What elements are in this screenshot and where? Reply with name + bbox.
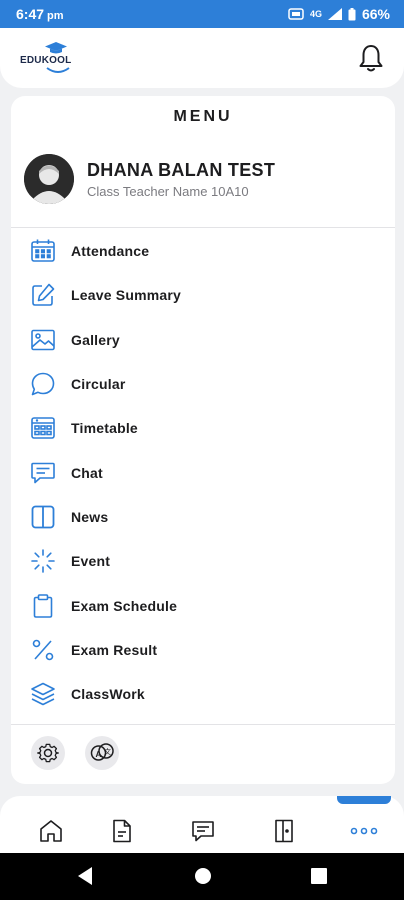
divider bbox=[11, 724, 395, 725]
edit-icon bbox=[29, 281, 57, 309]
menu-item-label: ClassWork bbox=[71, 686, 145, 703]
menu-item-label: Chat bbox=[71, 464, 103, 481]
menu-item-label: Attendance bbox=[71, 243, 150, 260]
document-icon bbox=[113, 819, 131, 843]
nav-documents[interactable] bbox=[107, 816, 137, 846]
svg-text:A: A bbox=[96, 750, 102, 759]
speech-bubble-icon bbox=[29, 370, 57, 398]
percent-icon bbox=[29, 636, 57, 664]
menu-item-circular[interactable]: Circular bbox=[11, 362, 395, 406]
user-name: DHANA BALAN TEST bbox=[87, 160, 276, 180]
status-clock: 6:47 bbox=[16, 6, 45, 22]
app-header: EDUKOOL bbox=[0, 28, 404, 88]
divider bbox=[11, 227, 395, 228]
recents-icon[interactable] bbox=[310, 866, 328, 886]
user-role: Class Teacher Name 10A10 bbox=[87, 184, 249, 199]
menu-item-label: Circular bbox=[71, 376, 126, 393]
menu-item-label: Exam Result bbox=[71, 641, 158, 658]
nav-more[interactable] bbox=[349, 816, 379, 846]
settings-button[interactable] bbox=[31, 736, 65, 770]
menu-item-label: News bbox=[71, 508, 109, 525]
menu-item-attendance[interactable]: Attendance bbox=[11, 229, 395, 273]
status-bar: 6:47 pm 4G 66% bbox=[0, 0, 404, 28]
menu-item-label: Event bbox=[71, 553, 111, 570]
graduation-cap-icon bbox=[45, 42, 67, 54]
bottom-navigation bbox=[0, 796, 404, 853]
logo-swoosh-icon bbox=[46, 67, 70, 73]
menu-item-event[interactable]: Event bbox=[11, 539, 395, 583]
timetable-icon bbox=[29, 414, 57, 442]
nav-door[interactable] bbox=[269, 816, 299, 846]
menu-item-news[interactable]: News bbox=[11, 495, 395, 539]
menu-item-label: Timetable bbox=[71, 420, 138, 437]
menu-item-label: Leave Summary bbox=[71, 287, 181, 304]
settings-icon bbox=[37, 743, 59, 763]
edukool-logo[interactable]: EDUKOOL bbox=[18, 42, 82, 76]
menu-item-leave-summary[interactable]: Leave Summary bbox=[11, 273, 395, 317]
status-time: 6:47 pm bbox=[16, 6, 64, 22]
loader-icon bbox=[29, 547, 57, 575]
translate-icon: A 文 bbox=[90, 743, 114, 761]
back-icon[interactable] bbox=[76, 866, 94, 886]
language-button[interactable]: A 文 bbox=[85, 736, 119, 770]
status-ampm: pm bbox=[47, 10, 64, 22]
menu-list: Attendance Leave Summary Gallery Circula… bbox=[11, 229, 395, 716]
chat-icon bbox=[29, 459, 57, 487]
menu-item-timetable[interactable]: Timetable bbox=[11, 406, 395, 450]
menu-item-exam-result[interactable]: Exam Result bbox=[11, 628, 395, 672]
door-icon bbox=[275, 819, 293, 843]
vibrate-icon bbox=[288, 8, 304, 20]
menu-item-chat[interactable]: Chat bbox=[11, 450, 395, 494]
menu-title: MENU bbox=[173, 108, 233, 125]
menu-panel: MENU DHANA BALAN TEST Class Teacher Name… bbox=[11, 96, 395, 784]
menu-footer: A 文 bbox=[31, 736, 119, 770]
layers-icon bbox=[29, 680, 57, 708]
message-icon bbox=[192, 821, 214, 842]
calendar-icon bbox=[29, 237, 57, 265]
battery-percent: 66% bbox=[361, 6, 390, 22]
more-icon bbox=[350, 827, 378, 835]
network-label: 4G bbox=[309, 9, 322, 19]
menu-item-label: Exam Schedule bbox=[71, 597, 178, 614]
home-icon bbox=[40, 820, 62, 842]
nav-messages[interactable] bbox=[188, 816, 218, 846]
menu-item-label: Gallery bbox=[71, 331, 120, 348]
battery-icon bbox=[348, 7, 356, 20]
menu-item-gallery[interactable]: Gallery bbox=[11, 318, 395, 362]
avatar[interactable] bbox=[24, 154, 74, 204]
logo-text: EDUKOOL bbox=[20, 55, 72, 66]
home-button-icon[interactable] bbox=[193, 866, 213, 886]
image-icon bbox=[29, 326, 57, 354]
clipboard-icon bbox=[29, 592, 57, 620]
user-avatar-icon bbox=[24, 154, 74, 204]
nav-home[interactable] bbox=[36, 816, 66, 846]
notification-bell-icon[interactable] bbox=[357, 43, 385, 73]
system-navigation-bar bbox=[0, 853, 404, 900]
news-icon bbox=[29, 503, 57, 531]
active-tab-indicator bbox=[337, 796, 391, 804]
menu-item-exam-schedule[interactable]: Exam Schedule bbox=[11, 583, 395, 627]
svg-text:文: 文 bbox=[104, 747, 111, 756]
menu-item-classwork[interactable]: ClassWork bbox=[11, 672, 395, 716]
signal-icon bbox=[327, 8, 342, 20]
status-indicators: 4G 66% bbox=[288, 6, 390, 22]
